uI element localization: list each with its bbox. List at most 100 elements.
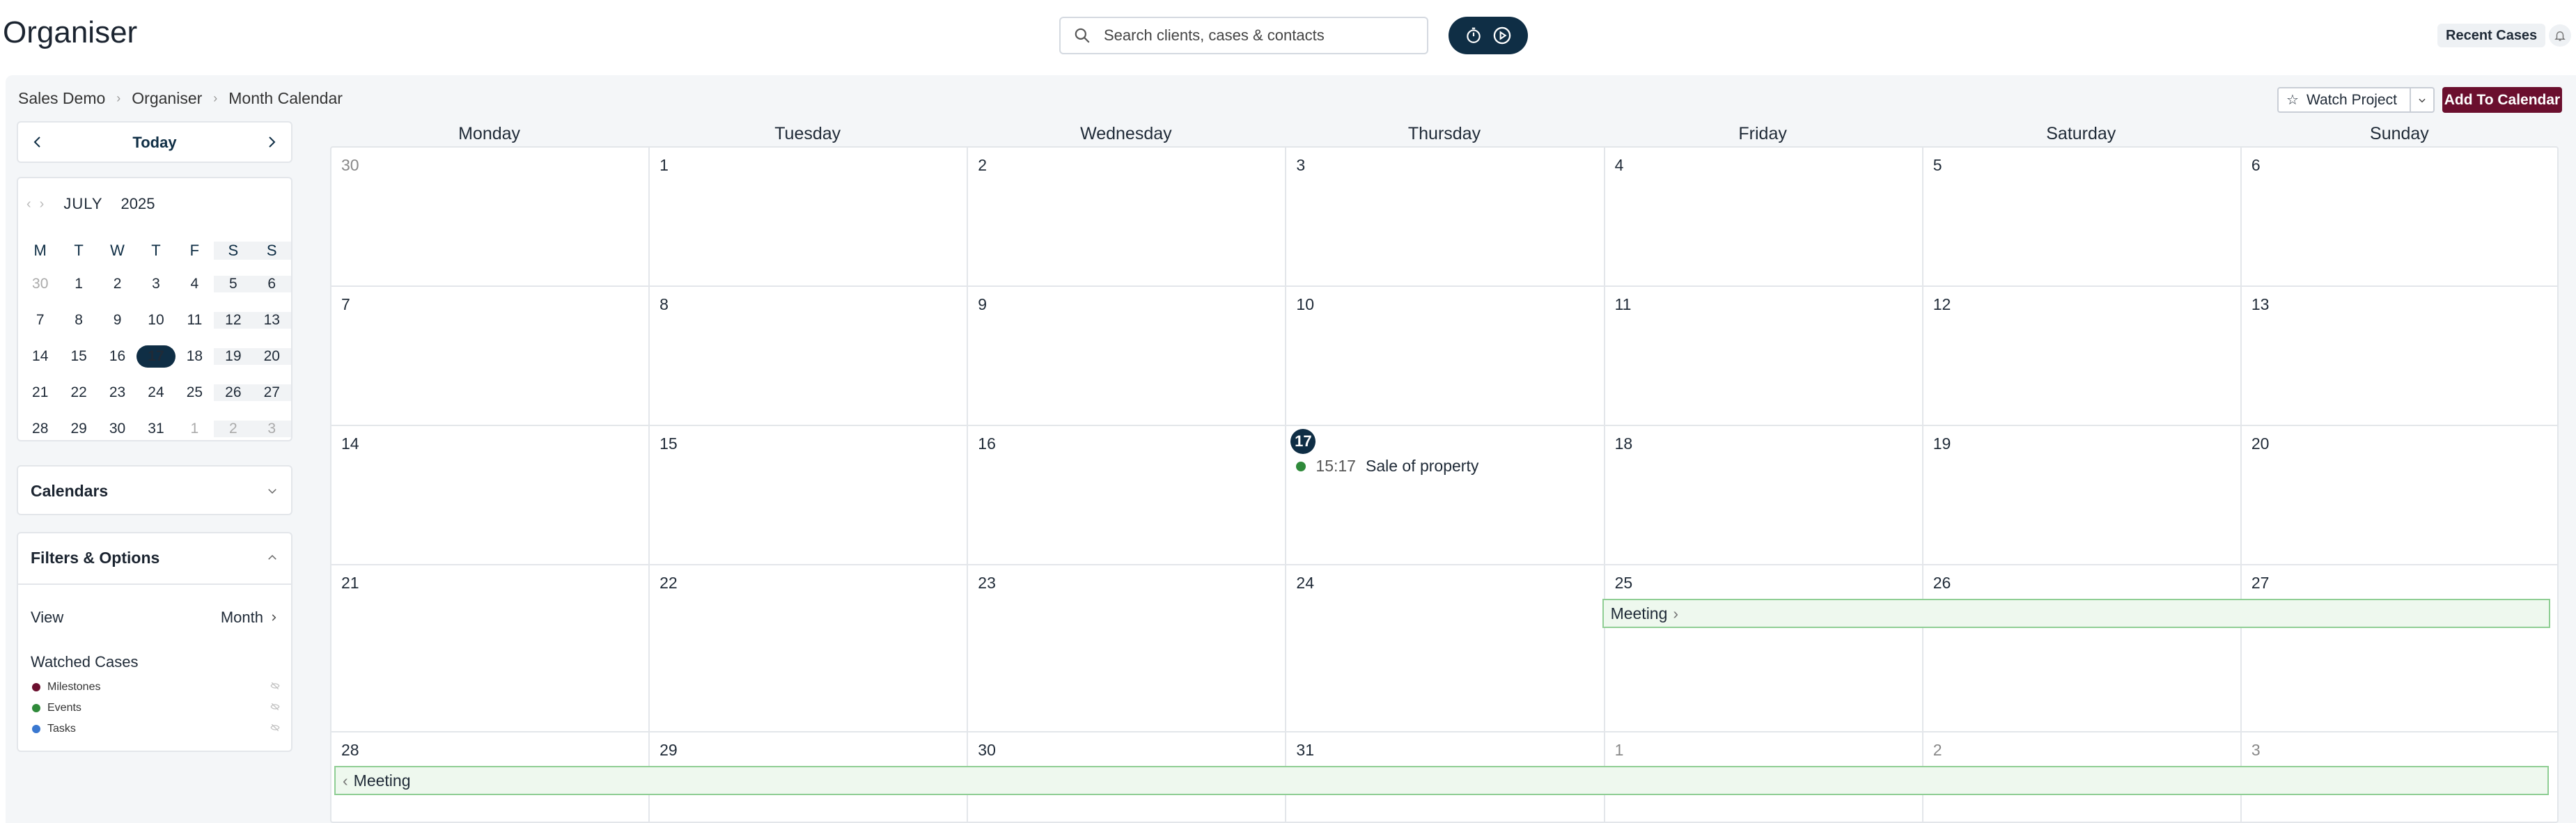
mini-day[interactable]: 23 (98, 384, 136, 401)
mini-calendar-year[interactable]: 2025 (121, 195, 155, 213)
eye-off-icon[interactable] (270, 681, 280, 693)
day-cell[interactable]: 12 (1923, 287, 2242, 426)
mini-day[interactable]: 17 (136, 345, 175, 368)
calendar-event[interactable]: 15:17 Sale of property (1296, 457, 1478, 476)
day-cell[interactable]: 8 (650, 287, 969, 426)
mini-day[interactable]: 2 (214, 421, 253, 437)
mini-day[interactable]: 6 (252, 276, 291, 292)
play-circle-icon[interactable] (1492, 26, 1512, 45)
mini-day[interactable]: 4 (175, 276, 214, 292)
search-input[interactable] (1104, 26, 1396, 45)
mini-day[interactable]: 8 (59, 312, 97, 329)
day-cell[interactable]: 26 (1923, 565, 2242, 732)
weekday-label: Sunday (2370, 124, 2429, 143)
day-number: 1 (1614, 741, 1624, 759)
day-cell[interactable]: 21 (331, 565, 650, 732)
watched-case-item[interactable]: Events (32, 702, 280, 714)
chevron-right-icon[interactable] (263, 134, 280, 150)
mini-day[interactable]: 10 (136, 312, 175, 329)
mini-day[interactable]: 15 (59, 348, 97, 365)
mini-day[interactable]: 28 (21, 421, 59, 437)
chevron-left-icon[interactable]: ‹ (26, 196, 31, 212)
day-cell[interactable]: 1 (650, 148, 969, 287)
mini-day[interactable]: 1 (175, 421, 214, 437)
stopwatch-icon[interactable] (1465, 26, 1483, 45)
day-cell[interactable]: 6 (2241, 148, 2557, 287)
mini-day[interactable]: 27 (252, 384, 291, 401)
search-icon (1075, 28, 1090, 43)
multi-day-event[interactable]: Meeting › (1602, 599, 2550, 628)
filters-title[interactable]: Filters & Options (31, 549, 159, 567)
mini-day[interactable]: 30 (21, 276, 59, 292)
mini-day[interactable]: 22 (59, 384, 97, 401)
chevron-up-icon[interactable] (266, 551, 279, 564)
mini-day[interactable]: 2 (98, 276, 136, 292)
day-cell[interactable]: 13 (2241, 287, 2557, 426)
day-cell[interactable]: 15 (650, 426, 969, 565)
watch-project-dropdown[interactable] (2410, 88, 2433, 111)
recent-cases-button[interactable]: Recent Cases (2437, 24, 2546, 47)
watched-case-item[interactable]: Milestones (32, 681, 280, 693)
mini-day[interactable]: 20 (252, 348, 291, 365)
watched-case-label: Milestones (47, 681, 101, 693)
breadcrumb-organiser[interactable]: Organiser (132, 89, 202, 108)
mini-day[interactable]: 5 (214, 276, 253, 292)
watch-project-button[interactable]: ☆ Watch Project (2277, 87, 2435, 113)
day-cell[interactable]: 5 (1923, 148, 2242, 287)
mini-day[interactable]: 11 (175, 312, 214, 329)
mini-day[interactable]: 21 (21, 384, 59, 401)
today-button[interactable]: Today (18, 134, 291, 152)
mini-day[interactable]: 1 (59, 276, 97, 292)
mini-day[interactable]: 29 (59, 421, 97, 437)
view-selector[interactable]: Month (221, 609, 279, 627)
day-cell[interactable]: 23 (968, 565, 1287, 732)
eye-off-icon[interactable] (270, 702, 280, 714)
breadcrumb-sales-demo[interactable]: Sales Demo (18, 89, 105, 108)
mini-day[interactable]: 7 (21, 312, 59, 329)
chevron-right-icon[interactable]: › (40, 196, 45, 212)
mini-day[interactable]: 25 (175, 384, 214, 401)
mini-day[interactable]: 3 (136, 276, 175, 292)
calendars-section[interactable]: Calendars (17, 465, 292, 515)
mini-day[interactable]: 19 (214, 348, 253, 365)
notifications-button[interactable] (2549, 24, 2571, 47)
mini-day[interactable]: 13 (252, 312, 291, 329)
mini-day[interactable]: 30 (98, 421, 136, 437)
mini-day[interactable]: 26 (214, 384, 253, 401)
day-cell[interactable]: 10 (1286, 287, 1605, 426)
eye-off-icon[interactable] (270, 723, 280, 735)
watched-case-item[interactable]: Tasks (32, 723, 280, 735)
mini-day[interactable]: 31 (136, 421, 175, 437)
day-cell[interactable]: 9 (968, 287, 1287, 426)
day-cell[interactable]: 30 (331, 148, 650, 287)
filters-options-section: Filters & Options View Month Watched Cas… (17, 532, 292, 752)
multi-day-event[interactable]: ‹ Meeting (334, 766, 2549, 795)
mini-day[interactable]: 16 (98, 348, 136, 365)
day-cell[interactable]: 3 (1286, 148, 1605, 287)
mini-calendar-month[interactable]: JULY (63, 195, 102, 213)
day-cell[interactable]: 27 (2241, 565, 2557, 732)
day-cell[interactable]: 7 (331, 287, 650, 426)
day-cell[interactable]: 25 (1605, 565, 1923, 732)
mini-day[interactable]: 9 (98, 312, 136, 329)
mini-day[interactable]: 18 (175, 348, 214, 365)
day-cell[interactable]: 4 (1605, 148, 1923, 287)
day-cell[interactable]: 17 (1286, 426, 1605, 565)
mini-day[interactable]: 24 (136, 384, 175, 401)
view-option[interactable]: View Month (31, 609, 279, 627)
day-cell[interactable]: 24 (1286, 565, 1605, 732)
day-cell[interactable]: 20 (2241, 426, 2557, 565)
day-cell[interactable]: 22 (650, 565, 969, 732)
search-box[interactable] (1059, 17, 1428, 54)
add-to-calendar-button[interactable]: Add To Calendar (2442, 87, 2562, 113)
mini-day[interactable]: 3 (252, 421, 291, 437)
mini-day[interactable]: 12 (214, 312, 253, 329)
day-cell[interactable]: 18 (1605, 426, 1923, 565)
day-cell[interactable]: 19 (1923, 426, 2242, 565)
chevron-down-icon[interactable] (266, 485, 279, 497)
day-cell[interactable]: 11 (1605, 287, 1923, 426)
day-cell[interactable]: 14 (331, 426, 650, 565)
mini-day[interactable]: 14 (21, 348, 59, 365)
day-cell[interactable]: 16 (968, 426, 1287, 565)
day-cell[interactable]: 2 (968, 148, 1287, 287)
